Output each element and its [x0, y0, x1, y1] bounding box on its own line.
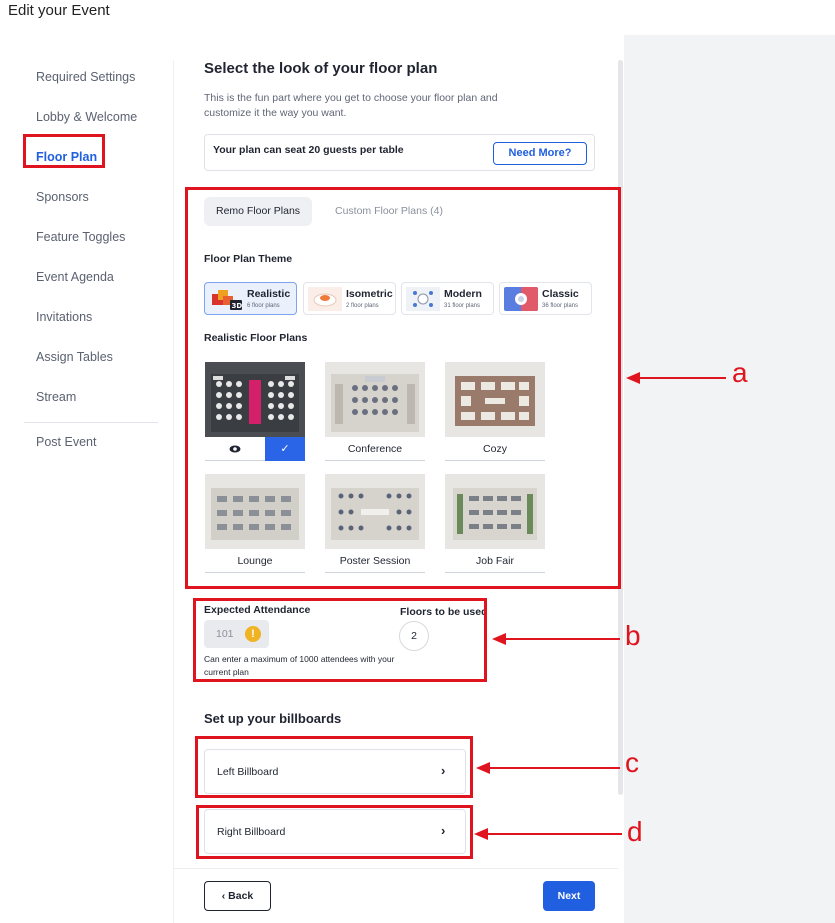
annotation-letter-a: a	[732, 357, 748, 388]
annotation-box-a	[185, 187, 621, 589]
annotation-line-d	[486, 833, 622, 835]
right-gutter	[624, 35, 835, 923]
sidebar-item-feature-toggles[interactable]: Feature Toggles	[24, 220, 158, 260]
annotation-letter-d: d	[627, 816, 643, 847]
annotation-line-a	[638, 377, 726, 379]
need-more-button[interactable]: Need More?	[493, 142, 587, 165]
sidebar-item-required-settings[interactable]: Required Settings	[24, 60, 158, 100]
sidebar-item-post-event[interactable]: Post Event	[24, 425, 158, 465]
sidebar-item-assign-tables[interactable]: Assign Tables	[24, 340, 158, 380]
chevron-left-icon: ‹	[221, 890, 226, 902]
annotation-line-c	[488, 767, 620, 769]
sidebar-item-stream[interactable]: Stream	[24, 380, 158, 420]
back-button-label: Back	[228, 890, 254, 902]
annotation-box-d	[196, 805, 473, 859]
next-button[interactable]: Next	[543, 881, 595, 911]
page-title: Edit your Event	[8, 2, 110, 19]
main-divider	[173, 60, 174, 923]
annotation-box-b	[193, 598, 487, 682]
sidebar: Required Settings Lobby & Welcome Floor …	[24, 60, 158, 465]
seat-capacity-box: Your plan can seat 20 guests per table N…	[204, 134, 595, 171]
billboards-title: Set up your billboards	[204, 711, 342, 726]
sidebar-item-invitations[interactable]: Invitations	[24, 300, 158, 340]
sidebar-item-sponsors[interactable]: Sponsors	[24, 180, 158, 220]
sidebar-divider	[24, 422, 158, 423]
section-description: This is the fun part where you get to ch…	[204, 92, 498, 119]
back-button[interactable]: ‹ Back	[204, 881, 271, 911]
annotation-letter-b: b	[625, 620, 641, 651]
annotation-letter-c: c	[625, 747, 639, 778]
footer-divider	[174, 868, 618, 869]
section-title: Select the look of your floor plan	[204, 60, 438, 77]
sidebar-item-event-agenda[interactable]: Event Agenda	[24, 260, 158, 300]
annotation-box-floor-plan	[23, 134, 105, 168]
annotation-line-b	[504, 638, 620, 640]
seat-capacity-text: Your plan can seat 20 guests per table	[213, 144, 404, 156]
annotation-box-c	[195, 736, 473, 798]
